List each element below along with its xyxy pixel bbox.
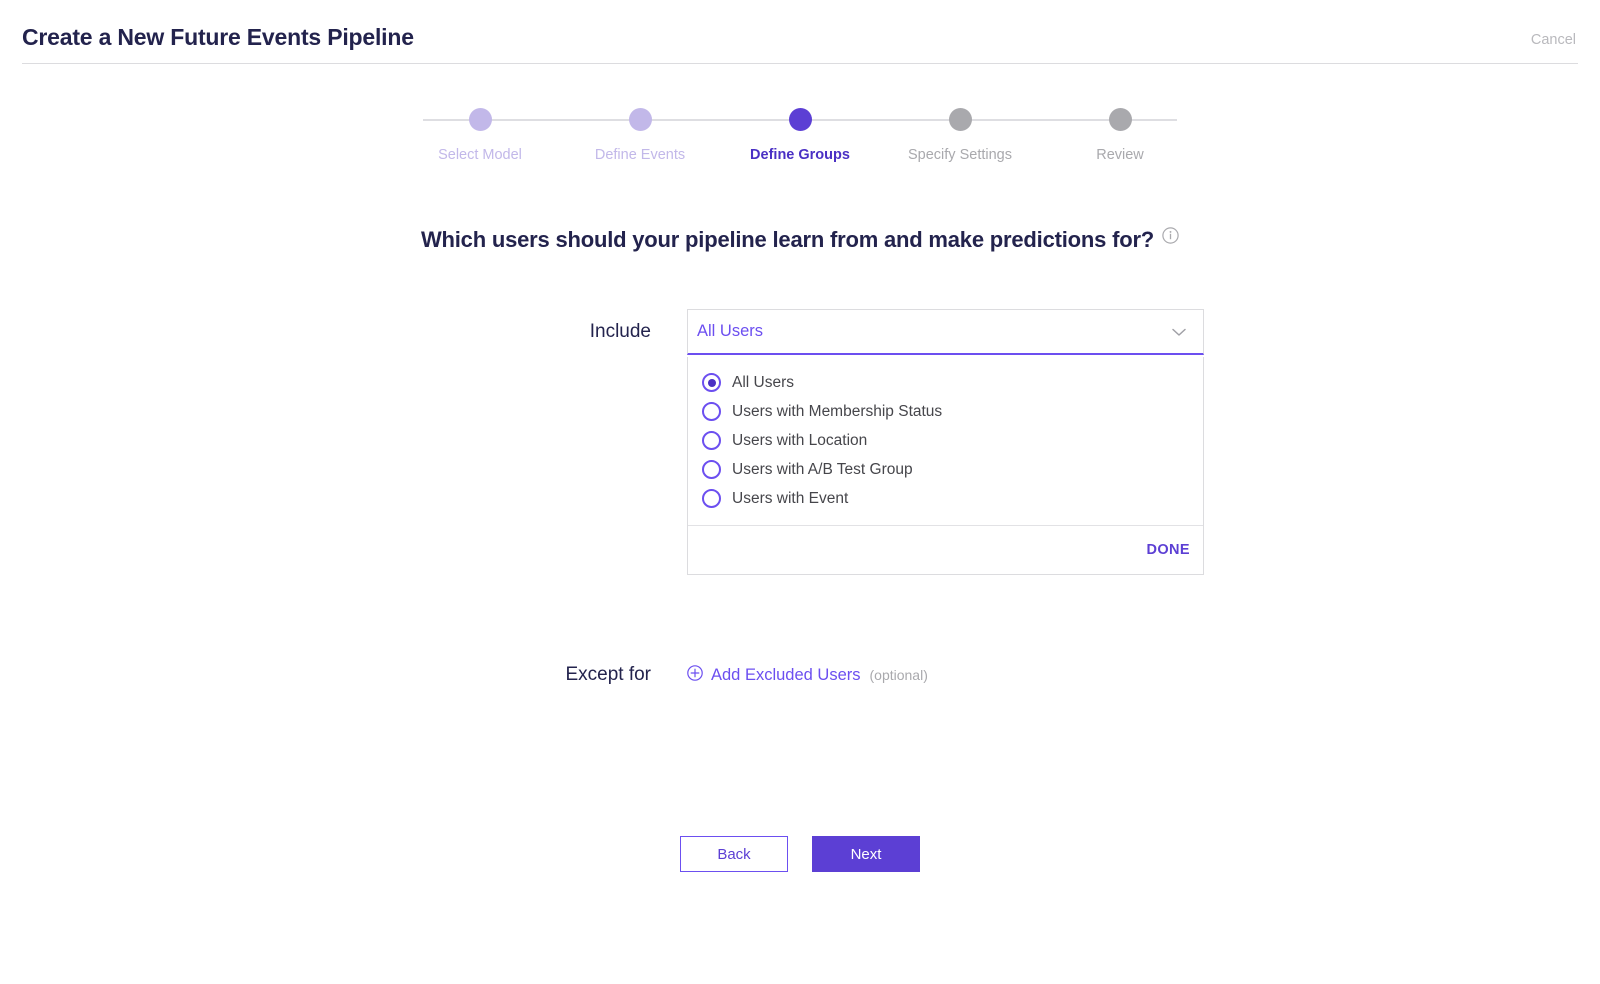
step-dot-icon bbox=[628, 108, 652, 131]
option-users-with-location[interactable]: Users with Location bbox=[688, 426, 1203, 455]
groups-form: Include All Users All Users Users with M… bbox=[0, 309, 1600, 729]
option-all-users[interactable]: All Users bbox=[688, 368, 1203, 397]
radio-icon[interactable] bbox=[702, 460, 721, 479]
include-options-list: All Users Users with Membership Status U… bbox=[688, 357, 1203, 525]
option-label: Users with Membership Status bbox=[732, 402, 943, 420]
radio-icon[interactable] bbox=[702, 402, 721, 421]
question-heading: Which users should your pipeline learn f… bbox=[0, 227, 1600, 253]
step-label: Define Groups bbox=[750, 147, 850, 163]
step-specify-settings[interactable]: Specify Settings bbox=[885, 108, 1035, 163]
step-label: Define Events bbox=[594, 147, 686, 163]
header-divider bbox=[22, 63, 1578, 64]
step-define-groups[interactable]: Define Groups bbox=[725, 108, 875, 163]
option-users-with-ab-test-group[interactable]: Users with A/B Test Group bbox=[688, 455, 1203, 484]
next-button[interactable]: Next bbox=[812, 836, 920, 872]
include-selected-value: All Users bbox=[697, 322, 764, 340]
dropdown-footer: DONE bbox=[688, 525, 1203, 574]
radio-icon[interactable] bbox=[702, 489, 721, 508]
back-button[interactable]: Back bbox=[680, 836, 788, 872]
step-label: Review bbox=[1096, 147, 1144, 163]
step-dot-icon bbox=[468, 108, 492, 131]
page-title: Create a New Future Events Pipeline bbox=[22, 24, 414, 50]
option-label: All Users bbox=[732, 373, 795, 391]
plus-circle-icon bbox=[687, 664, 703, 686]
done-button[interactable]: DONE bbox=[1147, 542, 1191, 558]
step-dot-icon bbox=[1108, 108, 1132, 131]
chevron-down-icon[interactable] bbox=[1169, 322, 1189, 342]
cancel-button[interactable]: Cancel bbox=[1531, 32, 1576, 48]
option-label: Users with A/B Test Group bbox=[732, 460, 913, 478]
include-label: Include bbox=[589, 321, 651, 342]
include-field-row: Include All Users All Users Users with M… bbox=[0, 309, 1600, 575]
add-excluded-users-button[interactable]: Add Excluded Users (optional) bbox=[687, 664, 928, 686]
step-label: Specify Settings bbox=[908, 147, 1012, 163]
add-excluded-users-label: Add Excluded Users bbox=[711, 665, 861, 684]
info-circle-icon[interactable] bbox=[1162, 227, 1179, 244]
include-dropdown-panel: All Users Users with Membership Status U… bbox=[687, 357, 1204, 575]
optional-label: (optional) bbox=[869, 667, 928, 683]
radio-icon[interactable] bbox=[702, 373, 721, 392]
step-define-events[interactable]: Define Events bbox=[565, 108, 715, 163]
progress-stepper: Select Model Define Events Define Groups… bbox=[405, 108, 1195, 170]
except-for-row: Except for Add Excluded Users (optional) bbox=[0, 664, 1600, 686]
radio-icon[interactable] bbox=[702, 431, 721, 450]
option-users-with-event[interactable]: Users with Event bbox=[688, 484, 1203, 513]
option-label: Users with Event bbox=[732, 489, 849, 507]
except-for-label: Except for bbox=[565, 664, 651, 685]
option-label: Users with Location bbox=[732, 431, 868, 449]
include-select[interactable]: All Users bbox=[687, 309, 1204, 355]
page-header: Create a New Future Events Pipeline Canc… bbox=[0, 0, 1600, 64]
step-select-model[interactable]: Select Model bbox=[405, 108, 555, 163]
step-review[interactable]: Review bbox=[1045, 108, 1195, 163]
step-label: Select Model bbox=[438, 147, 522, 163]
step-dot-icon bbox=[788, 108, 812, 131]
wizard-footer: Back Next bbox=[0, 836, 1600, 872]
question-text: Which users should your pipeline learn f… bbox=[420, 227, 1155, 252]
option-users-with-membership-status[interactable]: Users with Membership Status bbox=[688, 397, 1203, 426]
step-dot-icon bbox=[948, 108, 972, 131]
